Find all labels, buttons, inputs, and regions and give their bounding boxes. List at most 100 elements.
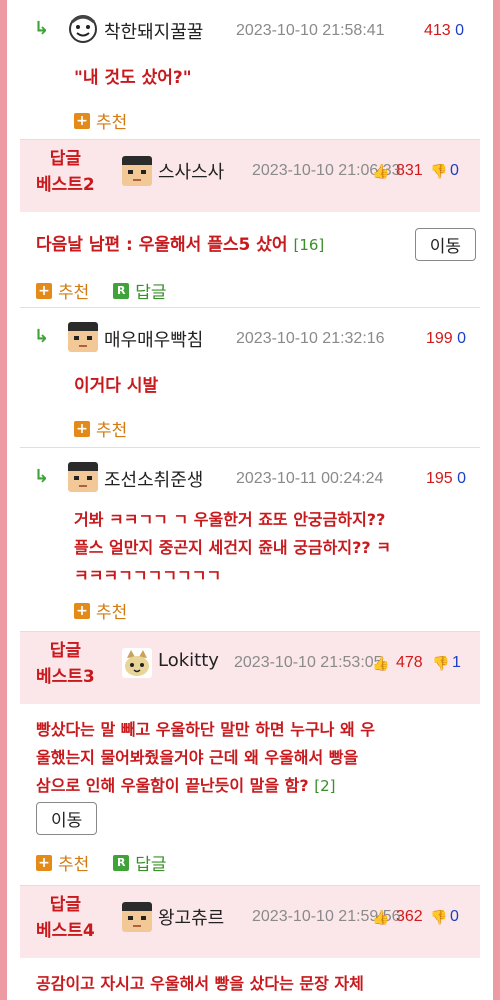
- thumbs-up-icon[interactable]: 👍: [372, 164, 389, 180]
- comment-text-line: ㅋㅋㅋㄱㄱㄱㄱㄱㄱㄱ: [74, 566, 222, 585]
- recommend-button[interactable]: + 추천: [74, 598, 127, 623]
- reply-arrow-icon: ↳: [34, 466, 50, 487]
- downvote-count: 0: [450, 162, 459, 179]
- reply-label: 답글: [135, 283, 167, 303]
- recommend-label: 추천: [96, 603, 128, 623]
- reply-comment: ↳ 매우매우빡침 2023-10-10 21:32:16 199 0 이거다 시…: [20, 308, 480, 448]
- action-row: + 추천 R 답글: [36, 278, 167, 303]
- reply-button[interactable]: R 답글: [113, 850, 167, 875]
- pixel-face-avatar-icon: [122, 902, 152, 932]
- best-reply-comment: 답글 베스트4 왕고츄르 2023-10-10 21:59:56 👍 362 👎…: [20, 886, 480, 1000]
- comment-text: 다음날 남편 : 우울해서 플스5 샀어 [16]: [36, 231, 324, 259]
- nickname[interactable]: 조선소취준생: [104, 466, 203, 492]
- downvote-count: 1: [452, 654, 461, 671]
- thumbs-down-icon[interactable]: 👎: [432, 656, 449, 672]
- recommend-label: 추천: [96, 421, 128, 441]
- reply-button[interactable]: R 답글: [113, 278, 167, 303]
- nickname[interactable]: 착한돼지꿀꿀: [104, 18, 203, 44]
- pixel-face-avatar-icon: [68, 462, 98, 492]
- reply-count[interactable]: [2]: [314, 777, 335, 795]
- move-button[interactable]: 이동: [414, 228, 476, 261]
- vote-counts-down: 0: [450, 162, 459, 180]
- vote-counts: 199 0: [426, 330, 466, 348]
- plus-icon: +: [36, 854, 52, 871]
- vote-counts: 831: [396, 162, 423, 180]
- comment-thread-frame: ↳ 착한돼지꿀꿀 2023-10-10 21:58:41 413 0 "내 것도…: [0, 0, 500, 1000]
- upvote-count: 831: [396, 162, 423, 179]
- thumbs-up-icon[interactable]: 👍: [372, 656, 389, 672]
- pixel-face-avatar-icon: [122, 156, 152, 186]
- recommend-button[interactable]: + 추천: [74, 108, 127, 133]
- reply-count[interactable]: [16]: [293, 236, 324, 254]
- best-badge-line2: 베스트3: [36, 667, 95, 687]
- nickname[interactable]: 매우매우빡침: [104, 326, 203, 352]
- nickname[interactable]: 스사스사: [158, 158, 224, 184]
- thumbs-up-icon[interactable]: 👍: [372, 910, 389, 926]
- comment-text-line: 플스 얼만지 중곤지 세건지 쥰내 궁금하지?? ㅋ: [74, 538, 391, 557]
- upvote-count: 199: [426, 330, 453, 347]
- left-frame-border: [0, 0, 7, 1000]
- vote-counts-down: 1: [452, 654, 461, 672]
- upvote-count: 195: [426, 470, 453, 487]
- best-badge-line2: 베스트2: [36, 175, 95, 195]
- comment-text: "내 것도 샀어?": [74, 68, 192, 88]
- best-badge-line2: 베스트4: [36, 921, 95, 941]
- reply-comment: ↳ 착한돼지꿀꿀 2023-10-10 21:58:41 413 0 "내 것도…: [20, 0, 480, 140]
- cat-avatar-icon: [122, 648, 152, 678]
- plus-icon: +: [36, 282, 52, 299]
- best-reply-comment: 답글 베스트3 Lokitty 2023-10-10 21:53:05 👍 47…: [20, 632, 480, 886]
- reply-comment: ↳ 조선소취준생 2023-10-11 00:24:24 195 0 거봐 ㅋㅋ…: [20, 448, 480, 632]
- recommend-label: 추천: [58, 283, 90, 303]
- best-badge-line1: 답글: [49, 149, 82, 169]
- thumbs-down-icon[interactable]: 👎: [430, 910, 447, 926]
- action-row: + 추천 R 답글: [36, 850, 167, 875]
- comment-text-main: 다음날 남편 : 우울해서 플스5 샀어: [36, 234, 288, 255]
- comment-text-line: 거봐 ㅋㅋㄱㄱ ㄱ 우울한거 죠또 안궁금하지??: [74, 510, 386, 529]
- recommend-label: 추천: [58, 855, 90, 875]
- best-badge-line1: 답글: [49, 641, 82, 661]
- comment-body-row: 다음날 남편 : 우울해서 플스5 샀어 [16] 이동: [36, 228, 476, 261]
- vote-counts: 362: [396, 908, 423, 926]
- downvote-count: 0: [450, 908, 459, 925]
- best-badge: 답글 베스트4: [36, 892, 95, 944]
- recommend-button[interactable]: + 추천: [36, 850, 89, 875]
- plus-icon: +: [74, 602, 90, 619]
- right-frame-border: [493, 0, 500, 1000]
- comment-text-line: 삼으로 인해 우울함이 끝난듯이 말을 함?: [36, 776, 309, 795]
- plus-icon: +: [74, 112, 90, 129]
- thumbs-down-icon[interactable]: 👎: [430, 164, 447, 180]
- nickname[interactable]: Lokitty: [158, 650, 219, 671]
- reply-icon: R: [113, 282, 130, 299]
- vote-counts: 478: [396, 654, 423, 672]
- pixel-face-avatar-icon: [68, 322, 98, 352]
- upvote-count: 413: [424, 22, 451, 39]
- downvote-count: 0: [457, 330, 467, 347]
- comment-text: 빵샀다는 말 빼고 우울하단 말만 하면 누구나 왜 우 울했는지 물어봐줬을거…: [36, 716, 476, 800]
- comment-date: 2023-10-10 21:32:16: [236, 330, 385, 347]
- downvote-count: 0: [457, 470, 467, 487]
- recommend-button[interactable]: + 추천: [74, 416, 127, 441]
- recommend-button[interactable]: + 추천: [36, 278, 89, 303]
- best-badge-line1: 답글: [49, 895, 82, 915]
- comment-text-line: 울했는지 물어봐줬을거야 근데 왜 우울해서 빵을: [36, 748, 359, 767]
- best-badge: 답글 베스트3: [36, 638, 95, 690]
- best-reply-comment: 답글 베스트2 스사스사 2023-10-10 21:06:33 👍 831 👎…: [20, 140, 480, 308]
- recommend-label: 추천: [96, 113, 128, 133]
- comment-date: 2023-10-10 21:58:41: [236, 22, 385, 39]
- upvote-count: 478: [396, 654, 423, 671]
- vote-counts-down: 0: [450, 908, 459, 926]
- move-button[interactable]: 이동: [36, 802, 98, 835]
- comment-list: ↳ 착한돼지꿀꿀 2023-10-10 21:58:41 413 0 "내 것도…: [20, 0, 480, 1000]
- plus-icon: +: [74, 420, 90, 437]
- reply-icon: R: [113, 854, 130, 871]
- upvote-count: 362: [396, 908, 423, 925]
- reply-arrow-icon: ↳: [34, 18, 50, 39]
- nickname[interactable]: 왕고츄르: [158, 904, 224, 930]
- vote-counts: 195 0: [426, 470, 466, 488]
- smiling-face-avatar-icon: [68, 14, 98, 44]
- vote-counts: 413 0: [424, 22, 464, 40]
- best-badge: 답글 베스트2: [36, 146, 95, 198]
- comment-text-line: 빵샀다는 말 빼고 우울하단 말만 하면 누구나 왜 우: [36, 720, 375, 739]
- comment-date: 2023-10-11 00:24:24: [236, 470, 384, 487]
- comment-date: 2023-10-10 21:53:05: [234, 654, 383, 671]
